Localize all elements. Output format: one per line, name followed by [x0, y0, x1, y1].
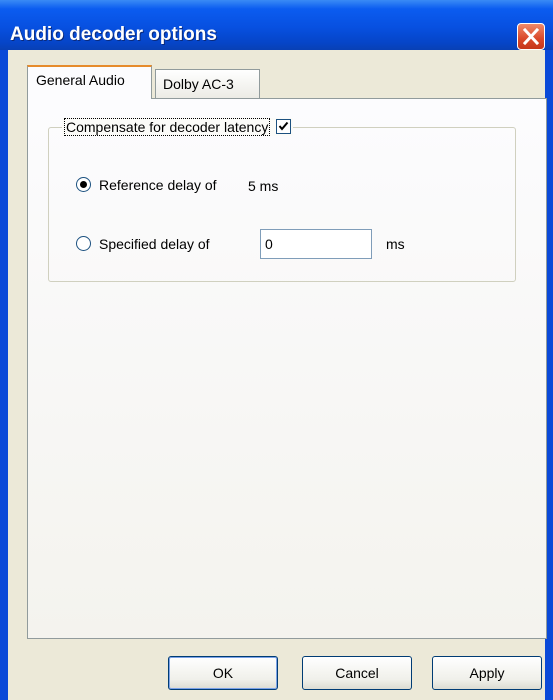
- tab-dolby-ac3[interactable]: Dolby AC-3: [155, 69, 260, 98]
- reference-delay-value: 5 ms: [248, 178, 279, 194]
- cancel-button[interactable]: Cancel: [302, 656, 412, 690]
- reference-delay-label: Reference delay of: [99, 177, 217, 193]
- specified-delay-unit: ms: [386, 236, 405, 252]
- dialog-window: Audio decoder options General Audio Dolb…: [0, 0, 553, 700]
- compensate-latency-checkbox[interactable]: [276, 119, 292, 134]
- reference-delay-radio[interactable]: [76, 177, 91, 192]
- title-bar[interactable]: Audio decoder options: [0, 0, 553, 50]
- reference-delay-option[interactable]: Reference delay of: [76, 177, 217, 193]
- tab-general-audio-label: General Audio: [36, 72, 125, 88]
- tab-general-audio[interactable]: General Audio: [27, 65, 152, 99]
- close-button[interactable]: [517, 23, 545, 50]
- radio-selected-dot: [80, 181, 87, 188]
- tab-panel-general-audio: Compensate for decoder latency Reference…: [27, 98, 547, 639]
- tab-dolby-ac3-label: Dolby AC-3: [163, 76, 234, 92]
- compensate-latency-option[interactable]: Compensate for decoder latency: [62, 118, 294, 136]
- specified-delay-option[interactable]: Specified delay of: [76, 236, 210, 252]
- specified-delay-input[interactable]: [260, 229, 372, 259]
- window-title: Audio decoder options: [10, 24, 217, 45]
- compensate-latency-label: Compensate for decoder latency: [64, 118, 271, 136]
- checkmark-icon: [279, 121, 289, 131]
- specified-delay-label: Specified delay of: [99, 236, 210, 252]
- apply-button[interactable]: Apply: [432, 656, 542, 690]
- specified-delay-radio[interactable]: [76, 236, 91, 251]
- ok-button[interactable]: OK: [168, 656, 278, 690]
